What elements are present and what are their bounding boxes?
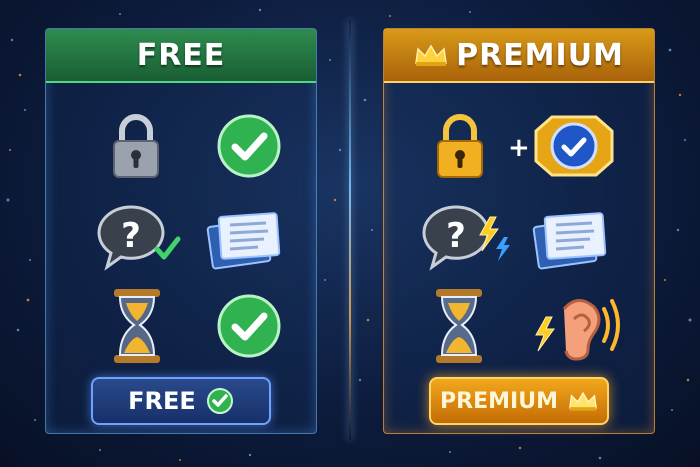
hourglass-icon: [436, 289, 482, 363]
check-icon: [217, 114, 281, 178]
svg-text:?: ?: [446, 216, 466, 256]
free-row-3: [46, 287, 316, 377]
center-divider: [349, 20, 351, 440]
hourglass-icon: [114, 289, 160, 363]
free-banner: FREE: [46, 29, 316, 83]
premium-button-label: PREMIUM: [440, 388, 558, 414]
premium-button[interactable]: PREMIUM: [429, 377, 609, 425]
ear-sound-icon: [535, 299, 620, 361]
premium-banner: PREMIUM: [384, 29, 654, 83]
free-panel: FREE ? FREE: [45, 28, 317, 434]
free-row-2: ?: [46, 199, 316, 289]
gold-padlock-icon: [437, 114, 483, 178]
premium-row-3: [384, 287, 654, 377]
question-lightning-icon: ?: [422, 205, 510, 271]
check-icon: [206, 388, 233, 414]
check-icon: [217, 294, 281, 358]
premium-row-2: ?: [384, 199, 654, 289]
free-button[interactable]: FREE: [91, 377, 271, 425]
free-button-label: FREE: [128, 387, 196, 415]
crown-icon: [415, 44, 447, 66]
free-row-1: [46, 109, 316, 199]
premium-panel: PREMIUM + ? PREMIUM: [383, 28, 655, 434]
plus-sign: +: [508, 133, 530, 163]
documents-icon: [206, 212, 281, 270]
crown-icon: [568, 391, 597, 411]
svg-text:?: ?: [121, 216, 141, 256]
padlock-icon: [113, 114, 159, 178]
free-title: FREE: [136, 37, 226, 73]
premium-row-1: +: [384, 109, 654, 199]
question-bubble-icon: ?: [97, 205, 181, 271]
documents-icon: [532, 212, 607, 270]
verified-badge-icon: [534, 115, 614, 177]
premium-title: PREMIUM: [456, 37, 624, 73]
